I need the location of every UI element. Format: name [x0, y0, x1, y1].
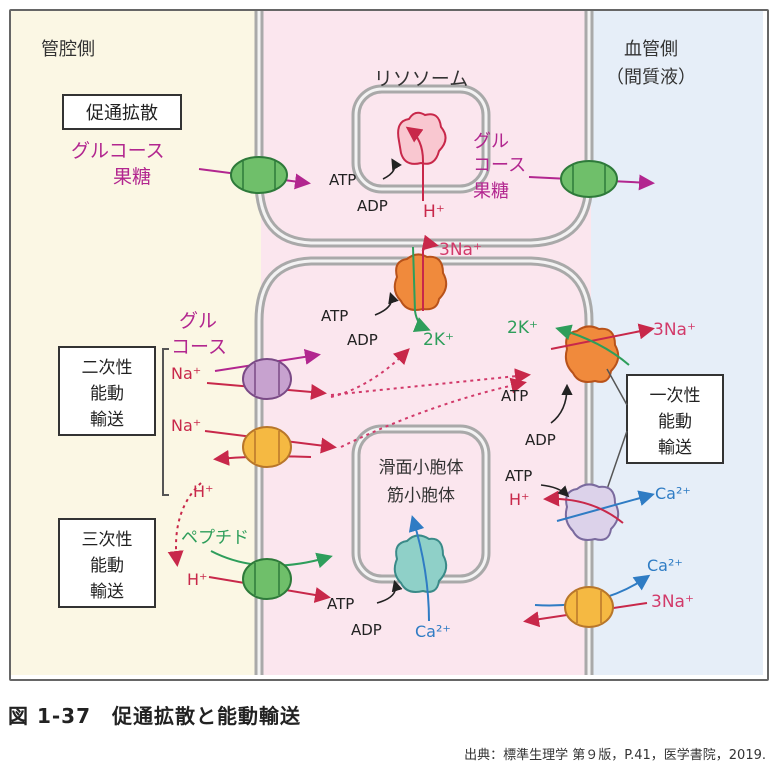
pmca-h: H⁺ [509, 490, 529, 509]
ncx-transporter [564, 586, 614, 628]
ncx-ca: Ca²⁺ [647, 556, 683, 575]
tertiary-label-1: 三次性 [82, 530, 133, 550]
transport-diagram: リソソーム 滑面小胞体 筋小胞体 管腔側 血管側 （間質液） 促通拡散 グルコー… [11, 11, 763, 675]
exch-na: Na⁺ [171, 416, 201, 435]
blood-label: 血管側 [624, 39, 678, 60]
er-atp: ATP [327, 595, 354, 613]
basal-atp: ATP [501, 387, 528, 405]
lyso-h-plus: H⁺ [423, 202, 445, 222]
figure-caption: 図 1-37 促通拡散と能動輸送 [8, 704, 302, 728]
lyso-atp: ATP [329, 171, 356, 189]
sec-na: Na⁺ [171, 364, 201, 383]
blood-sublabel: （間質液） [606, 67, 696, 88]
nhe-transporter [242, 426, 292, 468]
er-adp: ADP [351, 621, 382, 639]
er-ca: Ca²⁺ [415, 622, 451, 641]
er-label-1: 滑面小胞体 [379, 458, 464, 478]
sglt-transporter [242, 358, 292, 400]
pmca-atp: ATP [505, 467, 532, 485]
glucose-mid-3: 果糖 [473, 181, 509, 202]
basal-2k: 2K⁺ [507, 318, 538, 338]
sec-glucose-1: グル [179, 310, 217, 332]
primary-label-3: 輸送 [658, 438, 692, 458]
peptide-label: ペプチド [181, 528, 249, 548]
glucose-mid-1: グル [473, 131, 509, 152]
ncx-3na: 3Na⁺ [651, 592, 694, 612]
lysosome-label: リソソーム [374, 68, 468, 90]
basal-3na: 3Na⁺ [653, 320, 696, 340]
upper-2k: 2K⁺ [423, 330, 454, 350]
upper-atp: ATP [321, 307, 348, 325]
lyso-adp: ADP [357, 197, 388, 215]
glucose-left-label: グルコース [71, 140, 165, 162]
upper-adp: ADP [347, 331, 378, 349]
sec-glucose-2: コース [171, 336, 227, 358]
facilitated-label: 促通拡散 [86, 103, 158, 124]
primary-label-1: 一次性 [650, 386, 701, 406]
peptide-h: H⁺ [187, 570, 207, 589]
secondary-label-2: 能動 [90, 384, 124, 404]
pmca-ca: Ca²⁺ [655, 484, 691, 503]
glut-transporter-apical [230, 156, 288, 194]
secondary-label-3: 輸送 [90, 410, 124, 430]
lumen-label: 管腔側 [41, 39, 95, 60]
figure-source: 出典：標準生理学 第９版，P.41，医学書院，2019. [464, 748, 766, 763]
fructose-left-label: 果糖 [113, 166, 151, 188]
basal-adp: ADP [525, 431, 556, 449]
glut-transporter-basal [560, 160, 618, 198]
primary-label-2: 能動 [658, 412, 692, 432]
er-label-2: 筋小胞体 [387, 486, 455, 506]
tertiary-label-2: 能動 [90, 556, 124, 576]
blood-region [591, 11, 763, 675]
glucose-mid-2: コース [473, 155, 526, 176]
exch-h: H⁺ [193, 482, 213, 501]
tertiary-label-3: 輸送 [90, 582, 124, 602]
secondary-label-1: 二次性 [82, 358, 133, 378]
nak-pump-upper [393, 253, 448, 311]
upper-3na: 3Na⁺ [439, 240, 482, 260]
pept-transporter [242, 558, 292, 600]
